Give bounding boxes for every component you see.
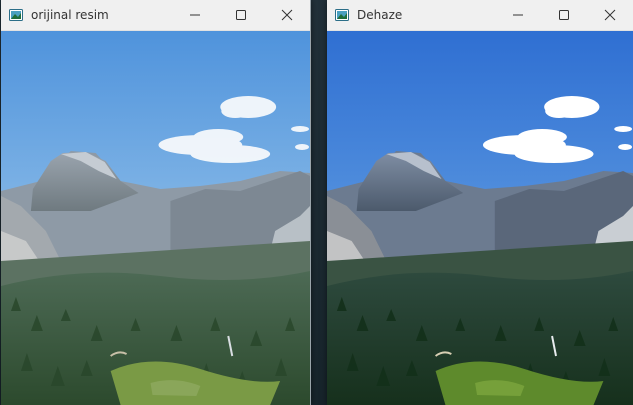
maximize-button[interactable]	[541, 0, 587, 30]
titlebar[interactable]: Dehaze	[327, 0, 633, 31]
maximize-icon	[236, 10, 246, 20]
maximize-button[interactable]	[218, 0, 264, 30]
dehaze-image-window[interactable]: Dehaze	[327, 0, 633, 405]
dehaze-image	[327, 31, 633, 405]
minimize-button[interactable]	[172, 0, 218, 30]
close-button[interactable]	[587, 0, 633, 30]
minimize-button[interactable]	[495, 0, 541, 30]
window-controls	[495, 0, 633, 30]
original-image	[1, 31, 310, 405]
close-icon	[281, 9, 293, 21]
window-controls	[172, 0, 310, 30]
landscape-photo-dehazed	[327, 31, 633, 405]
minimize-icon	[513, 14, 523, 16]
maximize-icon	[559, 10, 569, 20]
app-icon	[9, 9, 23, 21]
close-icon	[604, 9, 616, 21]
landscape-photo-original	[1, 31, 310, 405]
window-title: orijinal resim	[31, 8, 109, 22]
minimize-icon	[190, 14, 200, 16]
titlebar[interactable]: orijinal resim	[1, 0, 310, 31]
app-icon	[335, 9, 349, 21]
close-button[interactable]	[264, 0, 310, 30]
original-image-window[interactable]: orijinal resim	[1, 0, 311, 405]
window-title: Dehaze	[357, 8, 403, 22]
desktop: orijinal resim Dehaze	[0, 0, 633, 405]
